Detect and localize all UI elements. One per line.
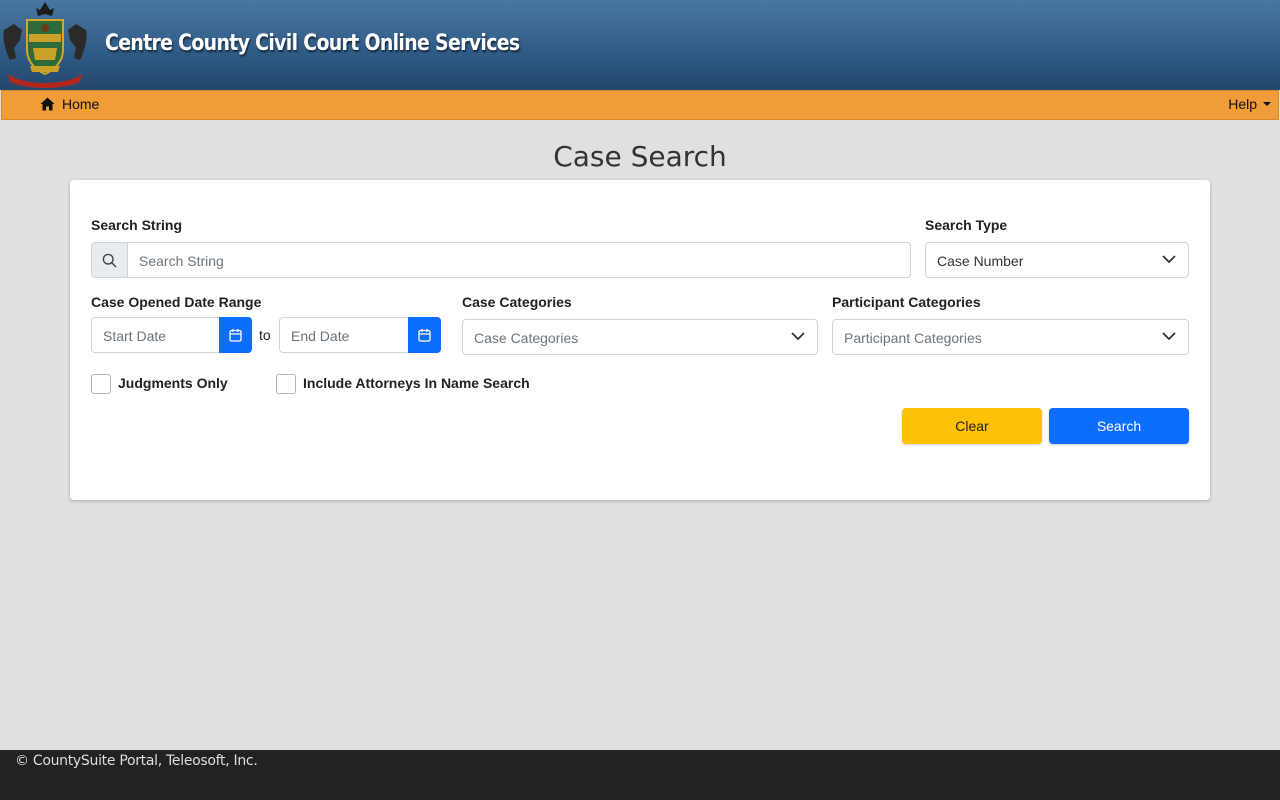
page-title: Case Search: [553, 140, 727, 173]
participant-categories-select[interactable]: Participant Categories: [832, 319, 1189, 355]
home-icon: [40, 97, 55, 111]
case-categories-placeholder: Case Categories: [474, 330, 579, 346]
chevron-down-icon: [1162, 332, 1176, 341]
site-title: Centre County Civil Court Online Service…: [105, 31, 520, 56]
footer-copyright: © CountySuite Portal, Teleosoft, Inc.: [15, 753, 258, 769]
search-addon: [92, 243, 128, 277]
include-attorneys-checkbox[interactable]: [276, 374, 296, 394]
include-attorneys-label: Include Attorneys In Name Search: [303, 375, 530, 391]
end-date-calendar-button[interactable]: [408, 317, 441, 353]
case-categories-label: Case Categories: [462, 294, 572, 310]
site-header: Centre County Civil Court Online Service…: [0, 0, 1280, 90]
page-footer: © CountySuite Portal, Teleosoft, Inc.: [0, 750, 1280, 800]
search-string-label: Search String: [91, 217, 183, 233]
search-button[interactable]: Search: [1049, 408, 1189, 444]
nav-home-label: Home: [62, 96, 100, 112]
caret-down-icon: [1263, 102, 1271, 106]
chevron-down-icon: [791, 332, 805, 341]
case-categories-select[interactable]: Case Categories: [462, 319, 818, 355]
search-string-input[interactable]: Search String: [91, 242, 911, 278]
chevron-down-icon: [1162, 255, 1176, 264]
participant-categories-placeholder: Participant Categories: [844, 330, 982, 346]
calendar-icon: [229, 329, 242, 342]
participant-categories-label: Participant Categories: [832, 294, 981, 310]
seal-icon: [3, 2, 87, 88]
calendar-icon: [418, 329, 431, 342]
search-type-label: Search Type: [925, 217, 1008, 233]
end-date-placeholder: End Date: [291, 328, 350, 344]
search-type-value: Case Number: [937, 253, 1024, 269]
judgments-only-label: Judgments Only: [118, 375, 228, 391]
search-string-placeholder: Search String: [139, 253, 224, 269]
search-icon: [102, 253, 117, 267]
nav-home-link[interactable]: Home: [40, 96, 99, 112]
nav-help-dropdown[interactable]: Help: [1228, 96, 1271, 112]
judgments-only-checkbox[interactable]: [91, 374, 111, 394]
date-range-label: Case Opened Date Range: [91, 294, 262, 310]
nav-help-label: Help: [1228, 96, 1257, 112]
clear-button[interactable]: Clear: [902, 408, 1042, 444]
start-date-input[interactable]: Start Date: [91, 317, 252, 353]
start-date-calendar-button[interactable]: [219, 317, 252, 353]
main-navbar: Home Help: [1, 90, 1279, 120]
date-range-to-text: to: [259, 327, 271, 343]
end-date-input[interactable]: End Date: [279, 317, 441, 353]
search-type-select[interactable]: Case Number: [925, 242, 1189, 278]
start-date-placeholder: Start Date: [103, 328, 167, 344]
case-search-card: Search String Search String Search Type …: [70, 180, 1210, 500]
